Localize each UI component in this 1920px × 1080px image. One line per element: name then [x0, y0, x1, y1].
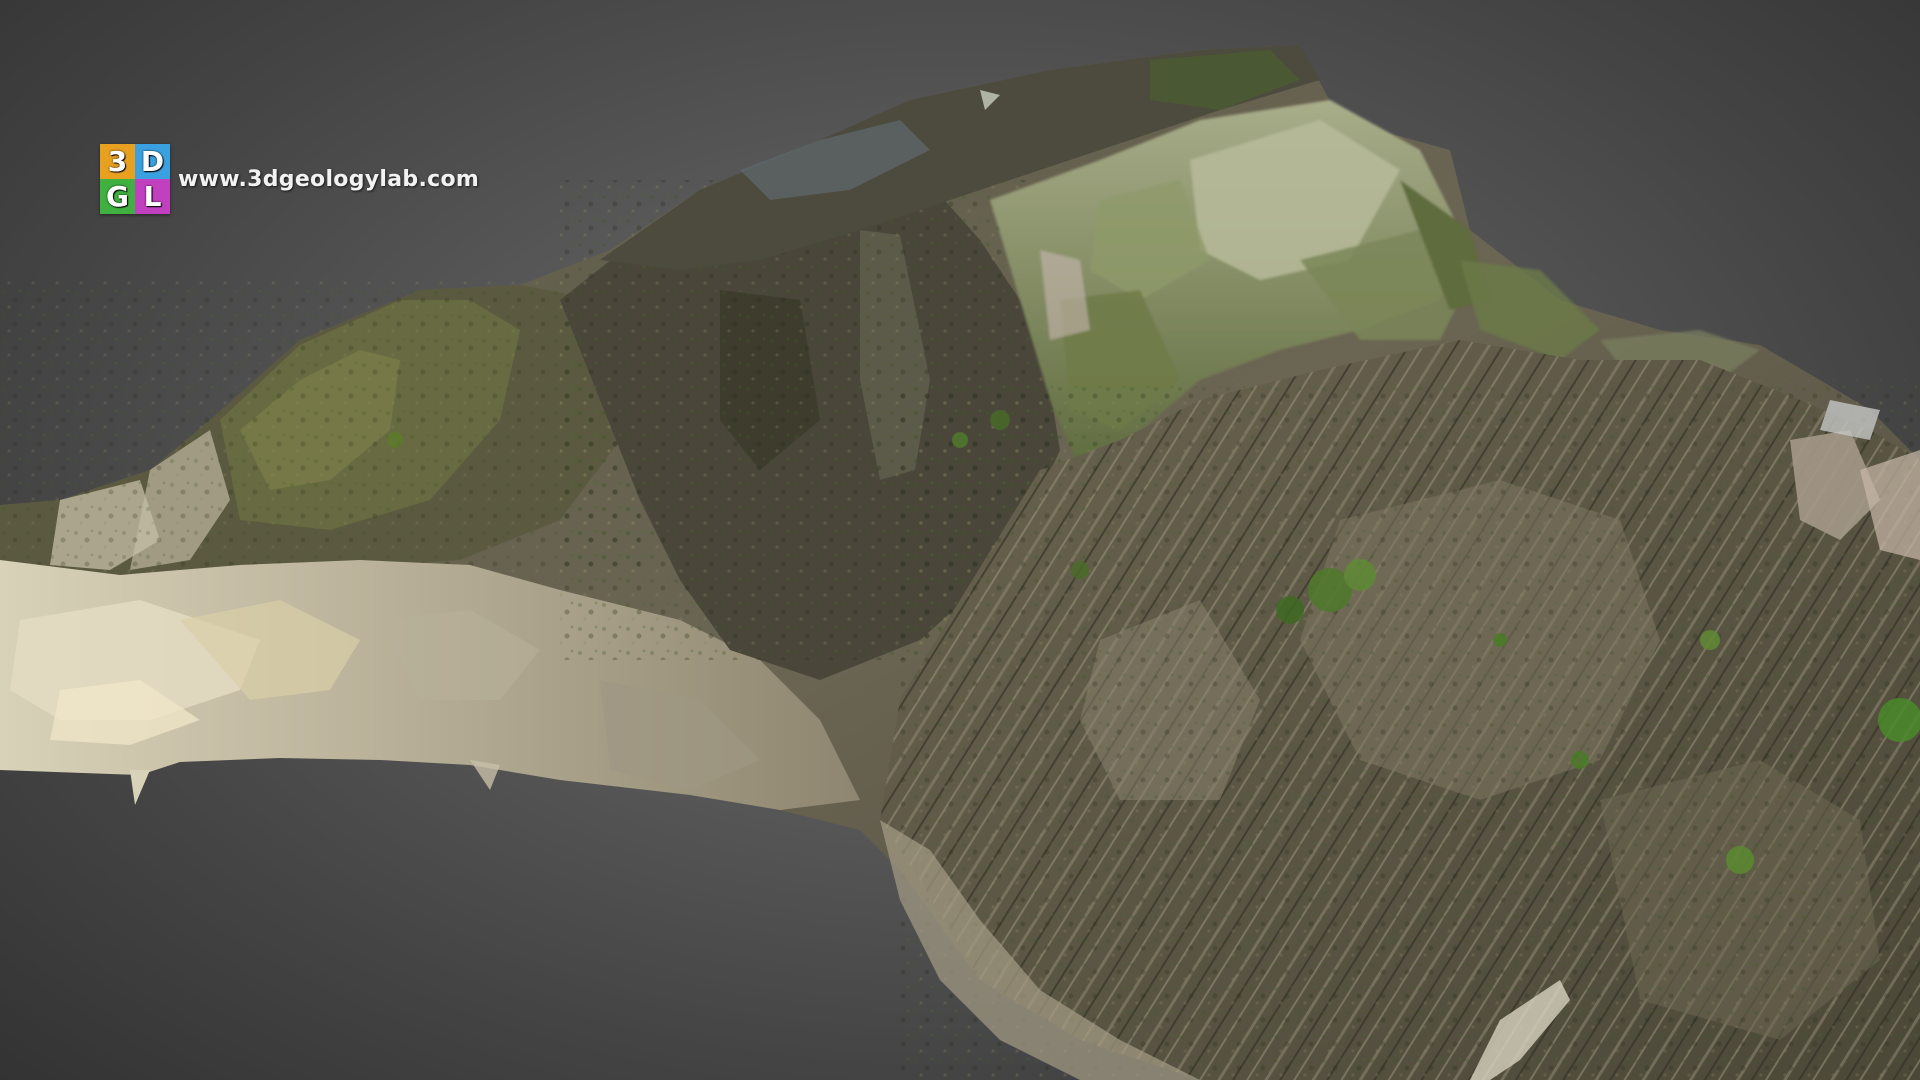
- logo-letter: 3: [107, 145, 128, 178]
- watermark: 3 D G L www.3dgeologylab.com: [100, 144, 479, 214]
- logo-letter: G: [106, 180, 129, 213]
- watermark-url: www.3dgeologylab.com: [178, 166, 480, 192]
- logo-letter: L: [143, 180, 162, 213]
- logo-letter: D: [140, 145, 165, 178]
- 3d-viewer-viewport[interactable]: 3 D G L www.3dgeologylab.com: [0, 0, 1920, 1080]
- 3dgl-logo: 3 D G L: [100, 144, 170, 214]
